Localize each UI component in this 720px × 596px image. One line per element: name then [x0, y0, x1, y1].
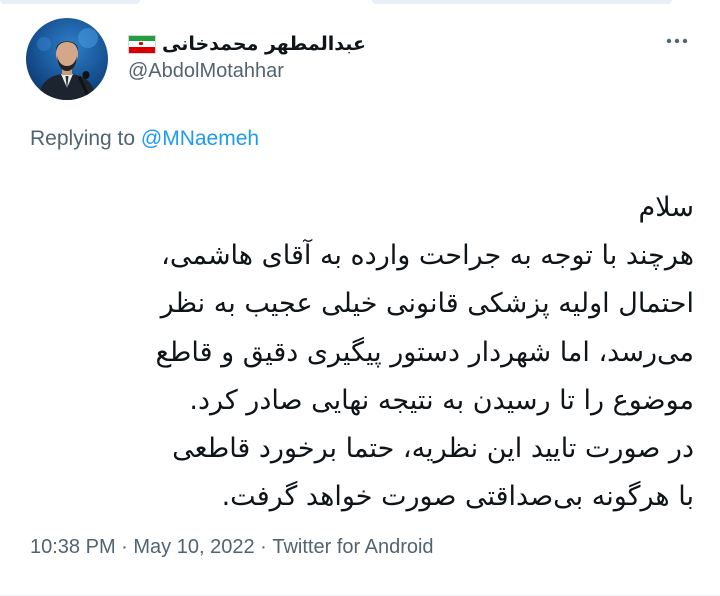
tweet-text-line: هرچند با توجه به جراحت وارده به آقای هاش… — [161, 240, 694, 272]
profile-avatar[interactable] — [26, 18, 108, 100]
replying-to-line: Replying to @MNaemeh — [30, 127, 259, 151]
author-display-name[interactable]: عبدالمطهر محمدخانی — [162, 33, 366, 55]
tweet-text-line: با هرگونه بی‌صداقتی صورت خواهد گرفت. — [221, 481, 694, 513]
meta-separator: · — [254, 536, 273, 559]
tweet-text-line: احتمال اولیه پزشکی قانونی خیلی عجیب به ن… — [160, 288, 694, 320]
avatar-image — [26, 18, 108, 100]
tweet-text: سلام هرچند با توجه به جراحت وارده به آقا… — [30, 184, 694, 521]
tweet-time[interactable]: 10:38 PM — [30, 536, 116, 558]
author-name-row[interactable]: عبدالمطهر محمدخانی — [128, 30, 366, 58]
top-strip — [0, 0, 720, 4]
previous-tweet-action-bar — [372, 0, 672, 4]
tweet-text-line: سلام — [638, 192, 694, 223]
previous-tweet-action-bar — [0, 0, 140, 4]
tweet-text-line: در صورت تایید این نظریه، حتما برخورد قاط… — [172, 433, 694, 465]
meta-separator: · — [115, 536, 134, 559]
tweet-source[interactable]: Twitter for Android — [272, 536, 433, 558]
replying-to-label: Replying to — [30, 127, 141, 150]
tweet-text-line: می‌رسد، اما شهردار دستور پیگیری دقیق و ق… — [155, 336, 694, 368]
iran-flag-icon — [128, 34, 156, 54]
tweet-date[interactable]: May 10, 2022 — [133, 536, 254, 558]
tweet-text-line: موضوع را تا رسیدن به نتیجه نهایی صادر کر… — [189, 384, 694, 416]
replying-to-mention-link[interactable]: @MNaemeh — [141, 127, 259, 150]
tweet-metadata: 10:38 PM · May 10, 2022 · Twitter for An… — [30, 536, 434, 559]
author-handle[interactable]: @AbdolMotahhar — [128, 60, 284, 83]
more-options-icon[interactable] — [662, 26, 692, 56]
